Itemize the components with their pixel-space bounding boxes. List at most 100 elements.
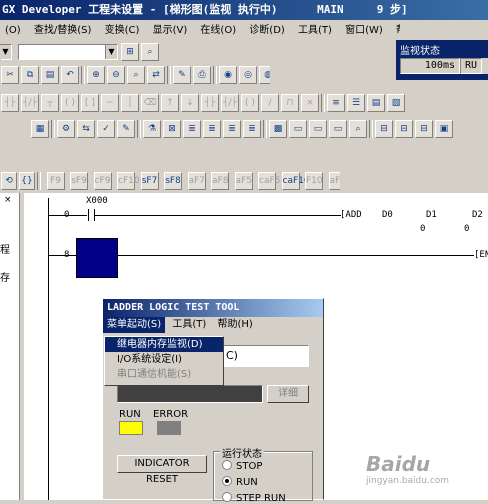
- project-combo[interactable]: ▼: [0, 44, 12, 60]
- fkey-af5[interactable]: aF5: [234, 172, 253, 190]
- window-icon[interactable]: ▭: [309, 120, 327, 138]
- note-icon[interactable]: ▤: [367, 94, 385, 112]
- window-icon[interactable]: ▭: [329, 120, 347, 138]
- fkey-f9[interactable]: F9: [46, 172, 65, 190]
- fkey-cf9[interactable]: cF9: [93, 172, 112, 190]
- menu-item-online[interactable]: 在线(O): [195, 22, 241, 40]
- menu-item-io-system-settings[interactable]: I/O系统设定(I): [105, 352, 223, 367]
- menu-start[interactable]: 菜单起动(S): [103, 317, 166, 333]
- detail-button[interactable]: 详细: [267, 385, 309, 403]
- fkey-cf10[interactable]: cF10: [117, 172, 140, 190]
- fkey-sf9[interactable]: sF9: [70, 172, 88, 190]
- fkey-caf10[interactable]: caF10: [281, 172, 310, 190]
- menu-tools[interactable]: 工具(T): [168, 317, 210, 333]
- transfer-icon[interactable]: ⇆: [77, 120, 95, 138]
- toolbar-row-4: ▦ ⚙ ⇆ ✓ ✎ ⚗ ⊠ ≣ ≣ ≣ ≣ ▩ ▭ ▭ ▭ ⌕ ⊟ ⊟ ⊟ ▣: [30, 118, 488, 140]
- memory-icon[interactable]: ▩: [269, 120, 287, 138]
- menu-help[interactable]: 帮助(H): [213, 317, 256, 333]
- contact-icon[interactable]: ┤/├: [21, 94, 39, 112]
- monitor-stop-icon[interactable]: ◍: [259, 66, 270, 84]
- list-icon[interactable]: ≣: [223, 120, 241, 138]
- window-icon[interactable]: ▣: [435, 120, 453, 138]
- fkey-af8[interactable]: aF8: [211, 172, 229, 190]
- menu-item-tools[interactable]: 工具(T): [293, 22, 337, 40]
- pulse-icon[interactable]: ⊓: [281, 94, 299, 112]
- monitor-icon[interactable]: ◉: [219, 66, 237, 84]
- hline-icon[interactable]: ─: [101, 94, 119, 112]
- monitor-start-icon[interactable]: ◎: [239, 66, 257, 84]
- menu-item-serial-comm[interactable]: 串口通信机能(S): [105, 367, 223, 382]
- zoom-in-icon[interactable]: ⊕: [87, 66, 105, 84]
- fkey-sf8[interactable]: sF8: [164, 172, 182, 190]
- list-icon[interactable]: ≣: [183, 120, 201, 138]
- fkey-af7[interactable]: aF7: [187, 172, 206, 190]
- device-icon[interactable]: ⊞: [121, 43, 139, 61]
- indicator-reset-button[interactable]: INDICATOR RESET: [117, 455, 207, 485]
- rising-edge-icon[interactable]: ↑: [161, 94, 179, 112]
- write-icon[interactable]: ✎: [173, 66, 191, 84]
- run-lamp: [119, 421, 143, 435]
- paste-icon[interactable]: ▤: [41, 66, 59, 84]
- statement-icon[interactable]: ☰: [347, 94, 365, 112]
- vline-icon[interactable]: │: [121, 94, 139, 112]
- menu-item-find-replace[interactable]: 查找/替换(S): [29, 22, 97, 40]
- operand-label: D1: [426, 210, 437, 220]
- menu-item-convert[interactable]: 变换(C): [100, 22, 145, 40]
- table-icon[interactable]: ⊟: [375, 120, 393, 138]
- delete-icon[interactable]: ×: [301, 94, 319, 112]
- parameter-icon[interactable]: ⚙: [57, 120, 75, 138]
- find-icon[interactable]: ⌕: [127, 66, 145, 84]
- menu-item-view[interactable]: 显示(V): [148, 22, 193, 40]
- replace-icon[interactable]: ⇄: [147, 66, 165, 84]
- tree-item[interactable]: 程: [0, 241, 10, 256]
- fkey-sf7[interactable]: sF7: [140, 172, 159, 190]
- undo-icon[interactable]: ↶: [61, 66, 79, 84]
- window-icon[interactable]: ▭: [289, 120, 307, 138]
- menu-item-device-memory-monitor[interactable]: 继电器内存监视(D): [105, 337, 223, 352]
- tree-item[interactable]: 存: [0, 269, 10, 284]
- fkey-f10[interactable]: F10: [305, 172, 323, 190]
- state-run-radio[interactable]: RUN: [222, 476, 258, 488]
- invert-icon[interactable]: /: [261, 94, 279, 112]
- coil-icon[interactable]: ( ): [241, 94, 259, 112]
- menu-item-help[interactable]: 帮助(H): [391, 22, 400, 40]
- close-icon[interactable]: ×: [4, 195, 12, 205]
- search-icon[interactable]: ⌕: [349, 120, 367, 138]
- alias-icon[interactable]: ▧: [387, 94, 405, 112]
- fkey-af9[interactable]: aF9: [328, 172, 340, 190]
- zoom-out-icon[interactable]: ⊖: [107, 66, 125, 84]
- left-power-rail: [48, 198, 49, 500]
- contact-icon[interactable]: ┤/├: [221, 94, 239, 112]
- fkey-icon[interactable]: ⟲: [1, 172, 17, 190]
- coil-icon[interactable]: ( ): [61, 94, 79, 112]
- fkey-caf5[interactable]: caF5: [258, 172, 280, 190]
- menu-item-o[interactable]: (O): [0, 22, 26, 40]
- contact-icon[interactable]: ┤├: [201, 94, 219, 112]
- read-icon[interactable]: ⎙: [193, 66, 211, 84]
- table-icon[interactable]: ⊟: [415, 120, 433, 138]
- table-icon[interactable]: ⊟: [395, 120, 413, 138]
- parallel-contact-icon[interactable]: ┬: [41, 94, 59, 112]
- list-icon[interactable]: ≣: [203, 120, 221, 138]
- contact-icon[interactable]: ┤├: [1, 94, 19, 112]
- copy-icon[interactable]: ⧉: [21, 66, 39, 84]
- stop-icon[interactable]: ⊠: [163, 120, 181, 138]
- radio-selected-icon: [222, 476, 232, 486]
- list-icon[interactable]: ≣: [243, 120, 261, 138]
- verify-icon[interactable]: ✓: [97, 120, 115, 138]
- falling-edge-icon[interactable]: ↓: [181, 94, 199, 112]
- edit-icon[interactable]: ✎: [117, 120, 135, 138]
- state-stop-radio[interactable]: STOP: [222, 460, 262, 472]
- fkey-icon[interactable]: {}: [19, 172, 35, 190]
- cut-icon[interactable]: ✂: [1, 66, 19, 84]
- state-step-run-radio[interactable]: STEP RUN: [222, 492, 286, 504]
- device-combo[interactable]: ▼: [18, 44, 118, 60]
- delete-line-icon[interactable]: ⌫: [141, 94, 159, 112]
- search-icon[interactable]: ⌕: [141, 43, 159, 61]
- menu-item-window[interactable]: 窗口(W): [340, 22, 388, 40]
- test-icon[interactable]: ⚗: [143, 120, 161, 138]
- menu-item-diagnostics[interactable]: 诊断(D): [244, 22, 290, 40]
- program-icon[interactable]: ▦: [31, 120, 49, 138]
- comment-icon[interactable]: ≡: [327, 94, 345, 112]
- instruction-icon[interactable]: [ ]: [81, 94, 99, 112]
